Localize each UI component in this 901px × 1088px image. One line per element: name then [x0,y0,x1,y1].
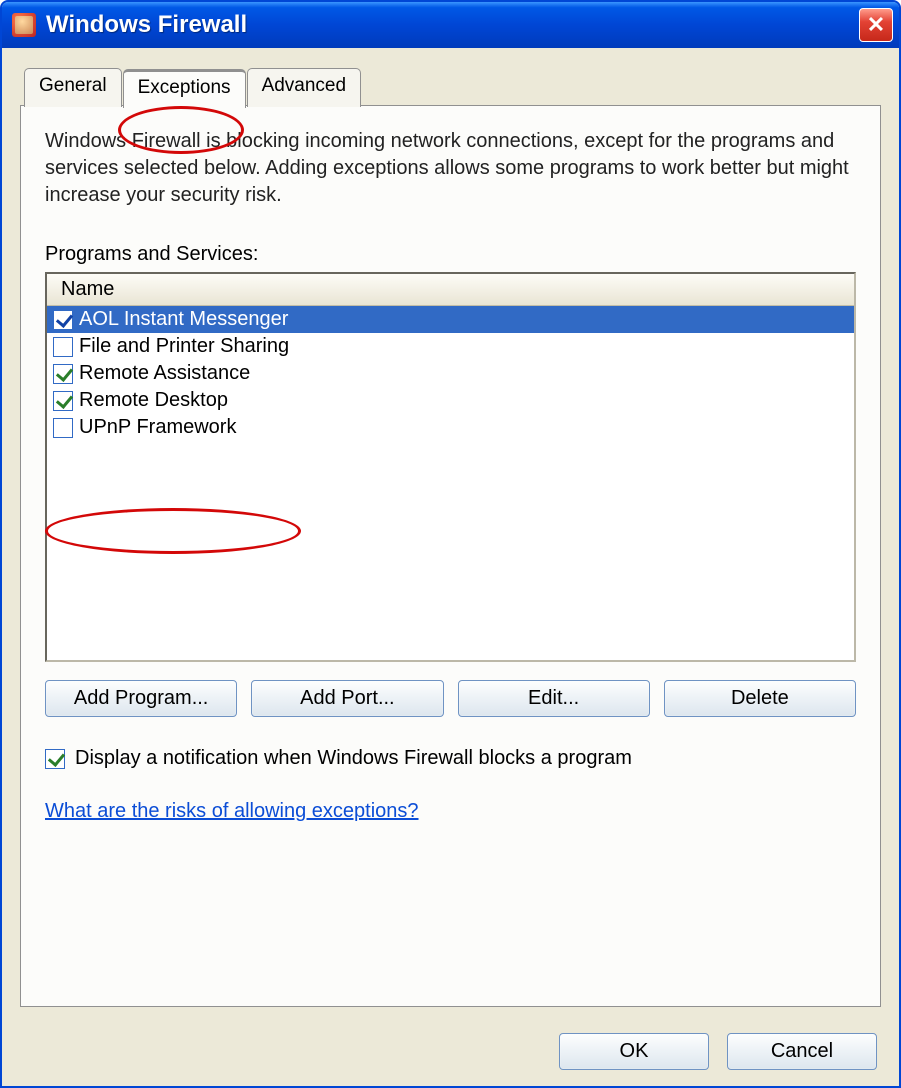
tab-general[interactable]: General [24,68,122,107]
tab-exceptions[interactable]: Exceptions [123,69,246,108]
add-port-button[interactable]: Add Port... [251,680,443,717]
add-program-button[interactable]: Add Program... [45,680,237,717]
list-item-upnp[interactable]: UPnP Framework [47,414,854,441]
notify-checkbox[interactable] [45,749,65,769]
delete-button[interactable]: Delete [664,680,856,717]
checkbox-file-printer[interactable] [53,337,73,357]
list-item-aol[interactable]: AOL Instant Messenger [47,306,854,333]
firewall-icon [12,13,36,37]
list-item-label: AOL Instant Messenger [79,308,288,331]
programs-label: Programs and Services: [45,243,856,266]
list-item-label: UPnP Framework [79,416,236,439]
button-row: Add Program... Add Port... Edit... Delet… [45,680,856,717]
list-item-label: File and Printer Sharing [79,335,289,358]
list-item-remote-assistance[interactable]: Remote Assistance [47,360,854,387]
intro-text: Windows Firewall is blocking incoming ne… [45,128,856,209]
close-icon: ✕ [867,12,885,38]
checkbox-remote-desktop[interactable] [53,391,73,411]
list-item-label: Remote Desktop [79,389,228,412]
list-item-file-printer[interactable]: File and Printer Sharing [47,333,854,360]
risks-link[interactable]: What are the risks of allowing exception… [45,800,419,823]
tab-advanced[interactable]: Advanced [247,68,362,107]
programs-listbox[interactable]: Name AOL Instant Messenger File and Prin… [45,272,856,662]
checkbox-upnp[interactable] [53,418,73,438]
list-item-label: Remote Assistance [79,362,250,385]
tab-panel-exceptions: Windows Firewall is blocking incoming ne… [20,105,881,1007]
list-item-remote-desktop[interactable]: Remote Desktop [47,387,854,414]
notify-row: Display a notification when Windows Fire… [45,747,856,770]
window-title: Windows Firewall [46,11,849,39]
notify-label: Display a notification when Windows Fire… [75,747,632,770]
ok-button[interactable]: OK [559,1033,709,1070]
checkbox-remote-assistance[interactable] [53,364,73,384]
dialog-footer: OK Cancel [2,1019,899,1086]
list-header[interactable]: Name [47,274,854,306]
cancel-button[interactable]: Cancel [727,1033,877,1070]
checkbox-aol[interactable] [53,310,73,330]
titlebar: Windows Firewall ✕ [2,2,899,48]
edit-button[interactable]: Edit... [458,680,650,717]
tab-strip: General Exceptions Advanced [20,68,881,107]
close-button[interactable]: ✕ [859,8,893,42]
